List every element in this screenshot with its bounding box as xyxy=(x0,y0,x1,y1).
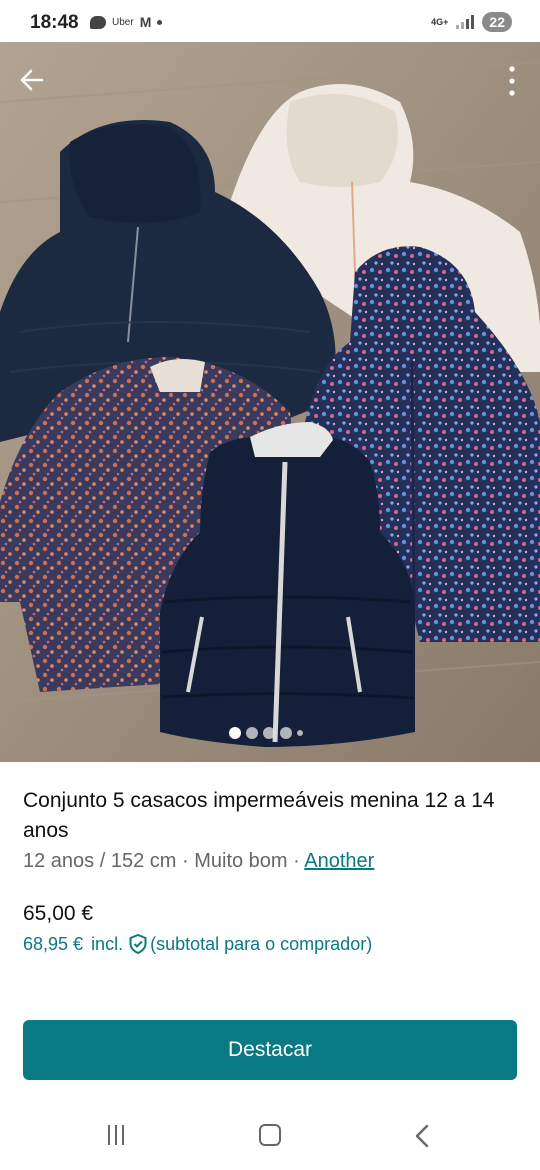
uber-icon: Uber xyxy=(112,16,134,28)
image-pager-dots[interactable] xyxy=(229,727,303,739)
status-right: 4G+ 22 xyxy=(431,12,512,32)
incl-label: incl. xyxy=(91,933,124,954)
item-meta: 12 anos / 152 cm · Muito bom · Another xyxy=(23,850,374,873)
brand-link[interactable]: Another xyxy=(304,850,374,872)
status-bar: 18:48 Uber M 4G+ 22 xyxy=(0,0,540,48)
buyer-price-row[interactable]: 68,95 € incl. (subtotal para o comprador… xyxy=(23,933,372,955)
buyer-price: 68,95 € xyxy=(23,933,84,954)
more-notifications-icon xyxy=(157,19,163,25)
back-arrow-icon[interactable] xyxy=(14,62,50,98)
more-vertical-icon[interactable] xyxy=(502,64,522,98)
promote-button[interactable]: Destacar xyxy=(23,1020,517,1080)
notification-icons: Uber M xyxy=(90,14,163,30)
product-photo[interactable] xyxy=(0,42,540,762)
jackets-illustration xyxy=(0,42,540,762)
item-price: 65,00 € xyxy=(23,902,94,925)
battery-badge: 22 xyxy=(482,12,512,32)
pager-dot[interactable] xyxy=(263,727,275,739)
item-size: 12 anos / 152 cm xyxy=(23,850,177,872)
chat-bubble-icon xyxy=(90,15,106,29)
shield-check-icon xyxy=(129,933,147,955)
pager-dot-more[interactable] xyxy=(297,730,303,736)
meta-separator: · xyxy=(287,850,305,872)
gmail-icon: M xyxy=(139,14,152,30)
recents-icon[interactable] xyxy=(108,1125,124,1145)
item-condition: Muito bom xyxy=(194,850,288,872)
item-title: Conjunto 5 casacos impermeáveis menina 1… xyxy=(23,789,495,842)
incl-note: (subtotal para o comprador) xyxy=(150,933,373,954)
home-icon[interactable] xyxy=(259,1124,281,1146)
pager-dot[interactable] xyxy=(246,727,258,739)
back-nav-icon[interactable] xyxy=(412,1124,432,1148)
pager-dot[interactable] xyxy=(280,727,292,739)
signal-icon xyxy=(456,15,475,29)
status-time: 18:48 xyxy=(30,12,79,33)
system-nav-bar xyxy=(0,1100,540,1170)
meta-separator: · xyxy=(176,850,195,872)
network-type: 4G+ xyxy=(431,16,449,27)
pager-dot-active[interactable] xyxy=(229,727,241,739)
